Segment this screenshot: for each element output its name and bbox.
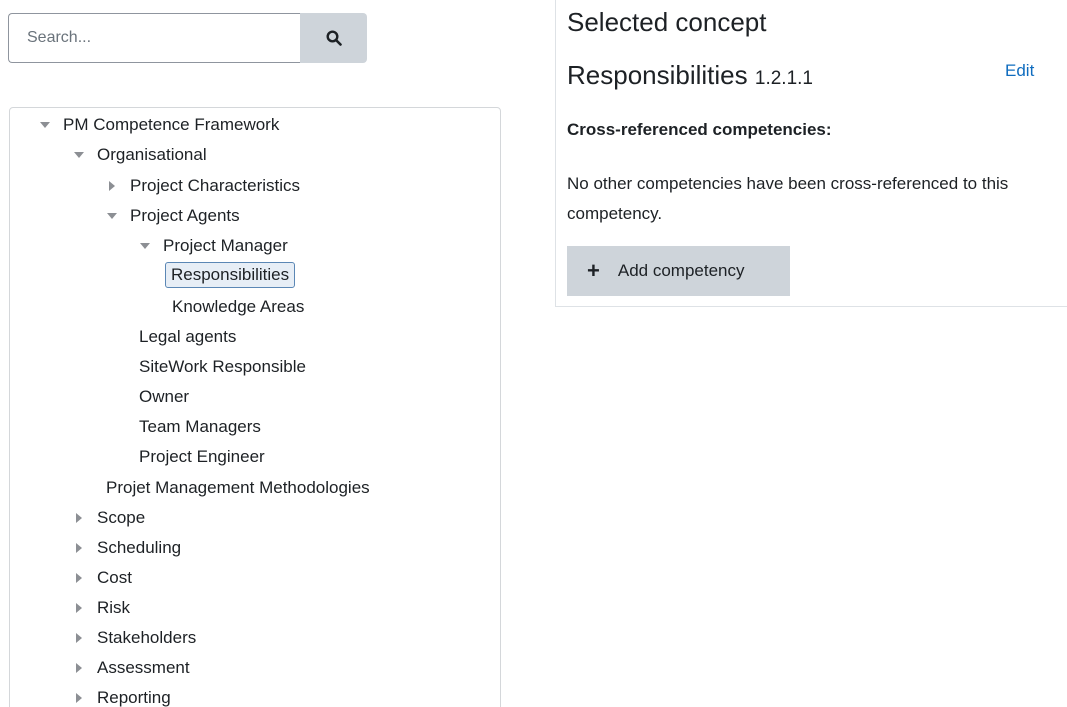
tree-node-label: Organisational xyxy=(97,145,207,164)
tree-node-project-characteristics[interactable]: Project Characteristics xyxy=(106,174,300,198)
crossref-empty-message: No other competencies have been cross-re… xyxy=(567,174,1009,223)
competency-framework-page: PM Competence Framework Organisational P… xyxy=(0,0,1067,707)
collapsed-triangle-icon[interactable] xyxy=(106,181,117,192)
concept-name: Responsibilities xyxy=(567,60,748,90)
tree-node-methodologies[interactable]: Projet Management Methodologies xyxy=(106,476,370,500)
plus-icon: + xyxy=(587,258,600,283)
tree-node-label: Project Characteristics xyxy=(130,176,301,195)
edit-link[interactable]: Edit xyxy=(1005,61,1034,81)
tree-node-responsibilities[interactable]: Responsibilities xyxy=(165,262,296,288)
tree-node-cost[interactable]: Cost xyxy=(73,566,132,590)
search-icon xyxy=(325,30,342,46)
tree-node-label: PM Competence Framework xyxy=(63,115,280,134)
tree-node-label: Scheduling xyxy=(97,538,182,557)
collapsed-triangle-icon[interactable] xyxy=(73,543,84,554)
collapsed-triangle-icon[interactable] xyxy=(73,663,84,674)
tree-node-knowledge-areas[interactable]: Knowledge Areas xyxy=(172,295,304,319)
tree-node-label: Cost xyxy=(97,568,132,587)
expanded-triangle-icon[interactable] xyxy=(73,150,84,161)
competency-tree: PM Competence Framework Organisational P… xyxy=(9,107,501,707)
tree-node-risk[interactable]: Risk xyxy=(73,596,130,620)
expanded-triangle-icon[interactable] xyxy=(39,120,50,131)
tree-node-label: Knowledge Areas xyxy=(172,297,305,316)
tree-node-label: Stakeholders xyxy=(97,628,197,647)
tree-node-label: Project Engineer xyxy=(139,447,265,466)
tree-node-label: Project Manager xyxy=(163,236,288,255)
search-input[interactable] xyxy=(8,13,300,63)
tree-node-sitework-responsible[interactable]: SiteWork Responsible xyxy=(139,355,306,379)
collapsed-triangle-icon[interactable] xyxy=(73,573,84,584)
tree-node-label: Project Agents xyxy=(130,206,240,225)
tree-node-project-manager[interactable]: Project Manager xyxy=(139,234,288,258)
tree-node-organisational[interactable]: Organisational xyxy=(73,143,207,167)
collapsed-triangle-icon[interactable] xyxy=(73,603,84,614)
panel-title: Selected concept xyxy=(567,7,767,37)
add-competency-label: Add competency xyxy=(617,261,745,280)
tree-node-root[interactable]: PM Competence Framework xyxy=(39,113,279,137)
tree-node-scheduling[interactable]: Scheduling xyxy=(73,536,181,560)
tree-node-reporting[interactable]: Reporting xyxy=(73,686,171,707)
tree-node-label: Projet Management Methodologies xyxy=(106,478,370,497)
search-bar xyxy=(8,13,367,63)
tree-node-label: Risk xyxy=(97,598,131,617)
tree-node-label: Responsibilities xyxy=(165,262,296,288)
tree-node-label: Owner xyxy=(139,387,190,406)
tree-node-team-managers[interactable]: Team Managers xyxy=(139,415,261,439)
add-competency-button[interactable]: + Add competency xyxy=(567,246,790,296)
expanded-triangle-icon[interactable] xyxy=(106,211,117,222)
tree-node-scope[interactable]: Scope xyxy=(73,506,145,530)
tree-node-label: Reporting xyxy=(97,688,171,707)
concept-heading: Responsibilities 1.2.1.1 xyxy=(567,60,813,91)
tree-node-assessment[interactable]: Assessment xyxy=(73,656,190,680)
expanded-triangle-icon[interactable] xyxy=(139,241,150,252)
tree-node-owner[interactable]: Owner xyxy=(139,385,189,409)
concept-id-number: 1.2.1.1 xyxy=(754,68,813,89)
collapsed-triangle-icon[interactable] xyxy=(73,633,84,644)
collapsed-triangle-icon[interactable] xyxy=(73,513,84,524)
tree-node-project-agents[interactable]: Project Agents xyxy=(106,204,240,228)
tree-node-label: Team Managers xyxy=(139,417,261,436)
tree-node-label: SiteWork Responsible xyxy=(139,357,306,376)
tree-node-legal-agents[interactable]: Legal agents xyxy=(139,325,236,349)
tree-node-stakeholders[interactable]: Stakeholders xyxy=(73,626,196,650)
collapsed-triangle-icon[interactable] xyxy=(73,693,84,704)
tree-node-label: Legal agents xyxy=(139,327,237,346)
tree-node-label: Assessment xyxy=(97,658,190,677)
tree-node-label: Scope xyxy=(97,508,146,527)
search-button[interactable] xyxy=(300,13,367,63)
tree-node-project-engineer[interactable]: Project Engineer xyxy=(139,445,265,469)
crossref-heading: Cross-referenced competencies: xyxy=(567,120,832,139)
